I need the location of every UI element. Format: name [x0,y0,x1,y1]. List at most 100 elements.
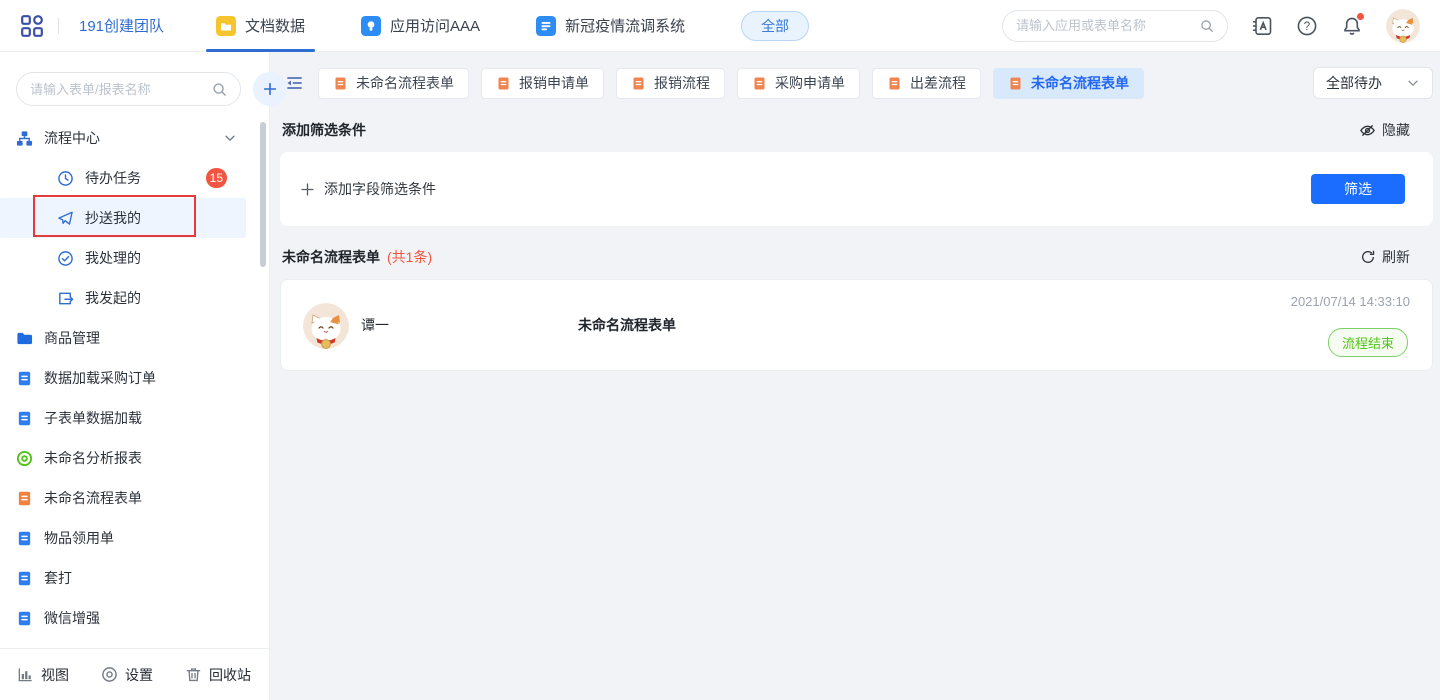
bell-icon[interactable] [1341,15,1363,37]
add-field-filter-button[interactable]: 添加字段筛选条件 [300,179,436,199]
app-tab-covid[interactable]: 新冠疫情流调系统 [536,0,685,52]
sidebar-scrollbar[interactable] [260,122,266,267]
bar-chart-icon [17,666,34,683]
sidebar-search-input[interactable] [30,82,206,97]
record-timestamp: 2021/07/14 14:33:10 [1291,294,1410,309]
sidebar-item-cc-to-me[interactable]: 抄送我的 [0,198,246,238]
sidebar-item-todo-tasks[interactable]: 待办任务 15 [0,158,269,198]
notification-dot [1357,13,1364,20]
sidebar-item-folder[interactable]: 商品管理 [0,318,269,358]
doc-blue-icon [16,570,33,587]
sidebar: 流程中心 待办任务 15 抄送我的 我处理的 我发起的 [0,52,270,700]
sidebar-item-form[interactable]: 物品领用单 [0,518,269,558]
sidebar-item-label: 未命名流程表单 [44,488,142,508]
form-tab[interactable]: 未命名流程表单 [318,68,469,99]
form-tab-label: 报销流程 [654,73,710,93]
record-count: (共1条) [387,247,432,267]
sidebar-item-report[interactable]: 未命名分析报表 [0,438,269,478]
doc-orange-icon [887,76,902,91]
plus-icon [262,81,278,97]
eye-slash-icon [1359,122,1376,139]
form-tab-label: 采购申请单 [775,73,845,93]
sidebar-item-label: 微信增强 [44,608,100,628]
filter-section-title: 添加筛选条件 [282,120,366,140]
doc-blue-icon [16,610,33,627]
settings-button[interactable]: 设置 [101,665,153,685]
app-tab-label: 文档数据 [245,15,305,36]
clock-icon [57,170,74,187]
sidebar-item-process-center[interactable]: 流程中心 [0,118,269,158]
filter-card: 添加字段筛选条件 筛选 [280,152,1433,226]
sitemap-icon [16,130,33,147]
sidebar-item-form[interactable]: 子表单数据加载 [0,398,269,438]
avatar[interactable] [1386,9,1420,43]
recycle-bin-button[interactable]: 回收站 [185,665,251,685]
divider [58,18,59,34]
sidebar-item-label: 套打 [44,568,72,588]
record-row[interactable]: 谭一 未命名流程表单 2021/07/14 14:33:10 流程结束 [280,279,1433,371]
sidebar-item-handled-by-me[interactable]: 我处理的 [0,238,269,278]
form-tab-active[interactable]: 未命名流程表单 [993,68,1144,99]
todo-count-badge: 15 [206,168,227,188]
app-doc-yellow-icon [216,16,236,36]
global-search-input[interactable] [1016,18,1192,33]
sidebar-item-label: 我处理的 [85,248,141,268]
refresh-button[interactable]: 刷新 [1360,247,1410,267]
top-navigation-bar: 191创建团队 文档数据 应用访问AAA 新冠疫情流调系统 全部 ? [0,0,1440,52]
form-tab[interactable]: 报销流程 [616,68,725,99]
sidebar-item-label: 未命名分析报表 [44,448,142,468]
app-list-blue-icon [536,16,556,36]
sidebar-item-label: 子表单数据加载 [44,408,142,428]
app-tab-docdata[interactable]: 文档数据 [216,0,305,52]
chevron-down-icon [223,131,237,145]
app-tab-label: 应用访问AAA [390,15,480,36]
sidebar-item-form[interactable]: 套打 [0,558,269,598]
paper-plane-icon [57,210,74,227]
form-tab[interactable]: 采购申请单 [737,68,860,99]
doc-orange-icon [333,76,348,91]
form-tab[interactable]: 出差流程 [872,68,981,99]
search-icon [1200,18,1214,34]
status-filter-dropdown[interactable]: 全部待办 [1313,67,1433,99]
form-tab-label: 出差流程 [910,73,966,93]
form-tab[interactable]: 报销申请单 [481,68,604,99]
team-name[interactable]: 191创建团队 [79,15,164,36]
views-button[interactable]: 视图 [17,665,69,685]
main-content: 未命名流程表单 报销申请单 报销流程 采购申请单 出差流程 未命名流程表单 [270,52,1440,700]
sidebar-footer: 视图 设置 回收站 [0,648,269,700]
hide-filters-button[interactable]: 隐藏 [1359,120,1410,140]
sidebar-search[interactable] [16,72,241,106]
add-form-button[interactable] [253,72,287,106]
trash-icon [185,666,202,683]
record-status-badge: 流程结束 [1328,328,1408,357]
list-title: 未命名流程表单 [282,247,380,267]
record-form-title: 未命名流程表单 [578,280,676,370]
app-bulb-blue-icon [361,16,381,36]
search-icon [212,82,227,97]
filter-submit-button[interactable]: 筛选 [1311,174,1405,204]
sidebar-item-label: 我发起的 [85,288,141,308]
apps-grid-icon[interactable] [20,14,44,38]
doc-orange-icon [752,76,767,91]
plus-icon [300,182,315,197]
form-tab-label: 未命名流程表单 [1031,73,1129,93]
doc-blue-icon [16,530,33,547]
record-user: 谭一 [361,280,389,370]
form-tab-bar: 未命名流程表单 报销申请单 报销流程 采购申请单 出差流程 未命名流程表单 [280,67,1433,99]
doc-blue-icon [16,370,33,387]
app-tab-access[interactable]: 应用访问AAA [361,0,480,52]
menu-fold-icon[interactable] [284,73,304,93]
contacts-icon[interactable] [1251,15,1273,37]
all-apps-pill[interactable]: 全部 [741,11,809,41]
refresh-icon [1360,249,1376,265]
sidebar-item-label: 物品领用单 [44,528,114,548]
check-circle-icon [57,250,74,267]
sidebar-item-process-form[interactable]: 未命名流程表单 [0,478,269,518]
sidebar-item-label: 数据加载采购订单 [44,368,156,388]
global-search[interactable] [1002,10,1228,42]
sidebar-item-started-by-me[interactable]: 我发起的 [0,278,269,318]
help-icon[interactable]: ? [1296,15,1318,37]
sidebar-item-process-form-clipped[interactable]: 未命名流程表单 [0,638,269,648]
sidebar-item-form[interactable]: 微信增强 [0,598,269,638]
sidebar-item-form[interactable]: 数据加载采购订单 [0,358,269,398]
